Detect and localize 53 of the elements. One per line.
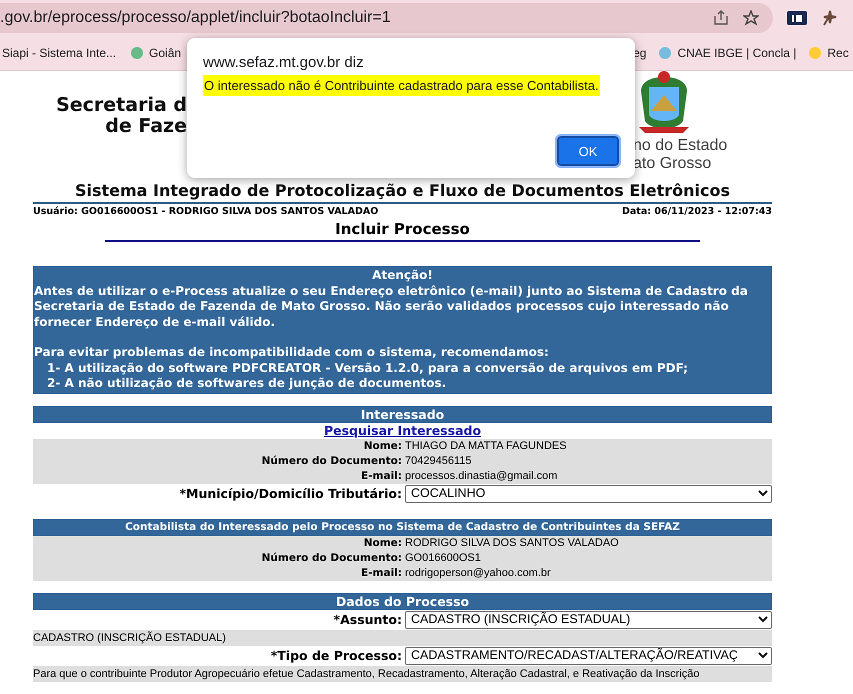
logo-text: de Faze <box>105 116 187 137</box>
dropdown-field[interactable]: CADASTRO (INSCRIÇÃO ESTADUAL) <box>405 610 772 628</box>
field-label: *Assunto: <box>332 612 402 627</box>
chevron-down-icon <box>758 490 768 497</box>
site-icon <box>658 46 672 60</box>
bookmark-link[interactable]: CNAE IBGE | Concla | <box>658 46 796 60</box>
star-icon[interactable] <box>743 10 759 26</box>
field-label: Nome: <box>362 536 402 550</box>
field-value: processos.dinastia@gmail.com <box>405 468 558 484</box>
bookmark-link[interactable]: Goiân <box>130 46 182 60</box>
field-label: Número do Documento: <box>260 550 402 566</box>
notice-item: 2- A não utilização de softwares de junção de documentos. <box>46 376 448 392</box>
notice-title: Atenção! <box>371 268 434 284</box>
field-label: E-mail: <box>360 468 402 484</box>
extension-icon[interactable] <box>787 11 807 25</box>
notice-text: Antes de utilizar o e-Process atualize o seu Endereço eletrônico (e-mail) junto ao Sistema de Cadastro da Secretaria de Estado de Fazenda de Mato Grosso. Não serão validados processos cujo interessado não fornecer Endereço de e-mail válido. <box>34 284 749 330</box>
field-label: Nome: <box>362 438 402 454</box>
logo-text: Secretaria d <box>56 95 187 116</box>
extension-icon[interactable] <box>821 9 839 27</box>
field-value: 70429456115 <box>405 454 472 468</box>
user-info: Usuário: GO016600OS1 - RODRIGO SILVA DOS SANTOS VALADAO <box>33 206 378 217</box>
date-info: Data: 06/11/2023 - 12:07:43 <box>622 206 772 217</box>
subject-note: CADASTRO (INSCRIÇÃO ESTADUAL) <box>33 630 227 646</box>
field-label: Número do Documento: <box>260 454 402 468</box>
bookmark-link[interactable]: Rec <box>808 46 849 60</box>
page-title: Incluir Processo <box>105 220 700 242</box>
ok-button[interactable]: OK <box>557 136 619 166</box>
search-link[interactable]: Pesquisar Interessado <box>324 422 482 438</box>
bookmark-link[interactable]: Siapi - Sistema Inte... <box>2 46 116 60</box>
url-field[interactable]: .gov.br/eprocess/processo/applet/incluir?botaoIncluir=1 <box>0 3 773 33</box>
system-title: Sistema Integrado de Protocolização e Fluxo de Documentos Eletrônicos <box>33 181 772 204</box>
field-value: RODRIGO SILVA DOS SANTOS VALADAO <box>405 536 620 550</box>
site-icon <box>808 46 822 60</box>
field-label: *Tipo de Processo: <box>270 648 402 663</box>
section-header: Dados do Processo <box>33 592 772 610</box>
dialog-message: O interessado não é Contribuinte cadastrado para esse Contabilista. <box>203 75 600 96</box>
notice-text: Para evitar problemas de incompatibilidade com o sistema, recomendamos: <box>34 345 550 360</box>
site-icon <box>130 46 144 60</box>
field-value: rodrigoperson@yahoo.com.br <box>405 566 552 580</box>
field-label: E-mail: <box>360 566 402 580</box>
section-header: Interessado <box>33 406 772 422</box>
section-header: Contabilista do Interessado pelo Processo no Sistema de Cadastro de Contribuintes da SEFAZ <box>33 518 772 536</box>
dialog-title: www.sefaz.mt.gov.br diz <box>203 54 365 71</box>
chevron-down-icon <box>758 616 768 623</box>
notice-item: 1- A utilização do software PDFCREATOR - Versão 1.2.0, para a conversão de arquivos em PDF; <box>46 360 689 376</box>
field-value: THIAGO DA MATTA FAGUNDES <box>405 438 568 454</box>
chevron-down-icon <box>758 652 768 659</box>
field-label: *Município/Domicílio Tributário: <box>178 486 402 501</box>
field-value: GO016600OS1 <box>405 550 482 566</box>
dropdown-field[interactable]: COCALINHO <box>405 484 772 502</box>
process-note: Para que o contribuinte Produtor Agropecuário efetue Cadastramento, Recadastramento, Alteração Cadastral, e Reativação da Inscrição <box>33 666 700 682</box>
share-icon[interactable] <box>713 10 729 26</box>
dropdown-field[interactable]: CADASTRAMENTO/RECADAST/ALTERAÇÃO/REATIVAÇ <box>405 646 772 664</box>
